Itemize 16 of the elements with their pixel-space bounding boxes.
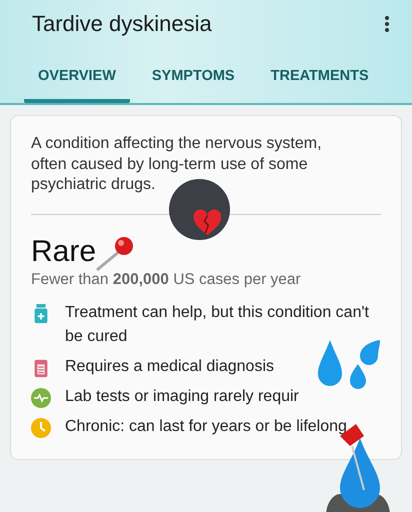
heartbeat-icon	[31, 388, 51, 408]
fact-text: Requires a medical diagnosis	[65, 356, 274, 376]
clock-icon	[31, 418, 51, 438]
more-options-icon[interactable]	[384, 15, 390, 33]
page-title: Tardive dyskinesia	[32, 11, 212, 37]
fact-text: Treatment can help, but this condition can't be cured	[65, 302, 370, 346]
tab[interactable]: SYMPTOMS	[138, 62, 249, 103]
prevalence-heading: Rare	[31, 234, 96, 268]
tab[interactable]: TREATMENTS	[256, 62, 383, 103]
prevalence-detail: Fewer than 200,000 US cases per year	[31, 270, 302, 288]
tab[interactable]: OVERVIEW	[24, 62, 130, 103]
fact-text: Lab tests or imaging rarely requir	[65, 386, 299, 406]
broken-heart-sticker	[168, 178, 231, 241]
description-text: A condition affecting the nervous system, often caused by long-term use of some psychiatric drugs.	[31, 134, 323, 195]
fact-text: Chronic: can last for years or be lifelong	[65, 416, 347, 436]
pushpin-sticker	[95, 236, 135, 272]
